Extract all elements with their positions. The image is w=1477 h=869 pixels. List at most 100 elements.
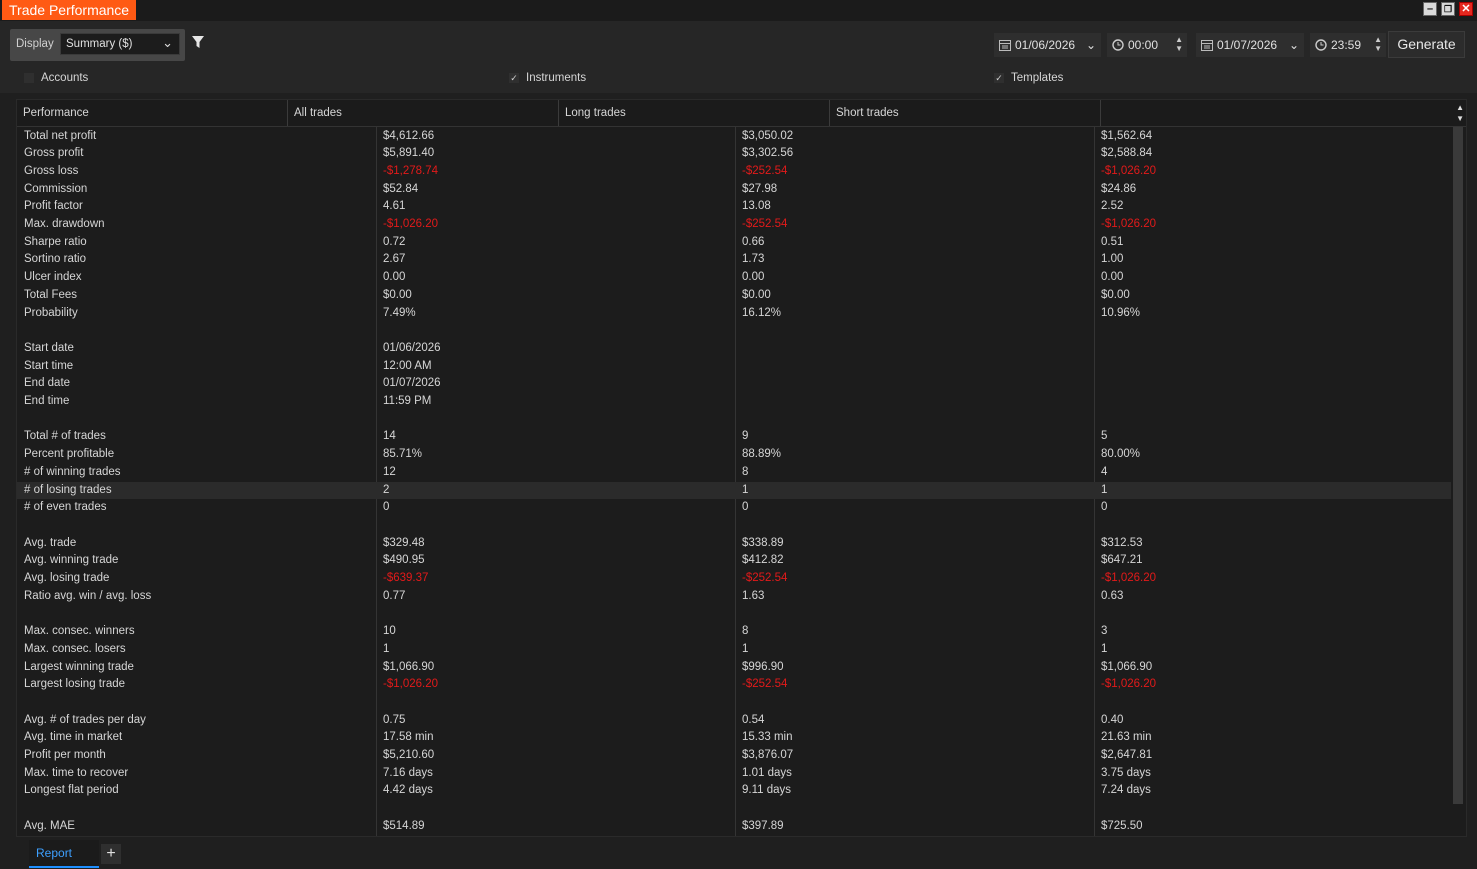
table-row[interactable]: Probability 7.49% 16.12% 10.96% (17, 305, 1451, 323)
table-row[interactable]: Profit per month $5,210.60 $3,876.07 $2,647… (17, 747, 1451, 765)
metric-value: 0.77 (383, 589, 406, 602)
date-from-picker[interactable]: 01/06/2026 ⌄ (994, 33, 1101, 57)
table-row[interactable] (17, 322, 1451, 340)
metric-value: 80.00% (1101, 448, 1141, 461)
table-row[interactable]: Total # of trades 14 9 5 (17, 428, 1451, 446)
metric-value: 12:00 AM (383, 359, 432, 372)
table-row[interactable] (17, 694, 1451, 712)
table-row[interactable] (17, 605, 1451, 623)
metric-value: 0.00 (1101, 271, 1124, 284)
time-from-picker[interactable]: 00:00 ▲ ▼ (1107, 33, 1187, 57)
table-row[interactable]: Total net profit $4,612.66 $3,050.02 $1,562… (17, 128, 1451, 146)
table-row[interactable]: Longest flat period 4.42 days 9.11 days 7.2… (17, 782, 1451, 800)
metric-label: # of winning trades (24, 465, 121, 478)
table-row[interactable]: Avg. time in market 17.58 min 15.33 min 21.… (17, 729, 1451, 747)
metric-label: Ulcer index (24, 271, 82, 284)
table-row[interactable]: Avg. MAE $514.89 $397.89 $725.50 (17, 818, 1451, 836)
metric-value: 8 (742, 625, 749, 638)
metric-label: Max. time to recover (24, 766, 129, 779)
table-row[interactable]: Gross loss -$1,278.74 -$252.54 -$1,026.20 (17, 163, 1451, 181)
filter-icon[interactable] (191, 35, 205, 49)
date-to-picker[interactable]: 01/07/2026 ⌄ (1196, 33, 1304, 57)
table-row[interactable]: # of winning trades 12 8 4 (17, 464, 1451, 482)
header-short-trades[interactable]: Short trades (830, 100, 1101, 126)
metric-label: Gross loss (24, 164, 79, 177)
vertical-scrollbar[interactable] (1453, 127, 1463, 804)
table-row[interactable]: Sortino ratio 2.67 1.73 1.00 (17, 251, 1451, 269)
table-row[interactable] (17, 517, 1451, 535)
table-row[interactable]: # of losing trades 2 1 1 (17, 481, 1451, 500)
header-performance[interactable]: Performance (17, 100, 288, 126)
restore-button[interactable]: ❐ (1441, 2, 1455, 16)
display-select[interactable]: Summary ($) ⌄ (60, 33, 180, 55)
table-row[interactable]: Avg. # of trades per day 0.75 0.54 0.40 (17, 712, 1451, 730)
table-row[interactable]: Profit factor 4.61 13.08 2.52 (17, 198, 1451, 216)
metric-value: -$1,026.20 (1101, 218, 1156, 230)
add-tab-button[interactable]: + (101, 844, 121, 864)
metric-value: 01/06/2026 (383, 341, 441, 354)
table-row[interactable]: Gross profit $5,891.40 $3,302.56 $2,588.84 (17, 145, 1451, 163)
metric-value: $52.84 (383, 182, 419, 195)
metric-value: 21.63 min (1101, 731, 1152, 744)
metric-value: $397.89 (742, 819, 784, 832)
checkmark-icon[interactable]: ✓ (994, 73, 1004, 83)
metric-value: 0.75 (383, 713, 406, 726)
close-button[interactable]: ✕ (1459, 2, 1473, 16)
checkmark-icon[interactable]: ✓ (509, 73, 519, 83)
metric-value: $5,210.60 (383, 749, 435, 761)
minimize-button[interactable]: – (1423, 2, 1437, 16)
table-row[interactable]: Largest losing trade -$1,026.20 -$252.54 -$… (17, 676, 1451, 694)
metric-value: 15.33 min (742, 731, 793, 744)
generate-button[interactable]: Generate (1388, 31, 1465, 58)
metric-value: $996.90 (742, 660, 784, 673)
spinner-icon[interactable]: ▲ ▼ (1175, 35, 1183, 53)
header-long-trades[interactable]: Long trades (559, 100, 830, 126)
table-row[interactable]: Start time 12:00 AM (17, 358, 1451, 376)
table-row[interactable]: Max. consec. losers 1 1 1 (17, 641, 1451, 659)
table-row[interactable]: Largest winning trade $1,066.90 $996.90 $1,… (17, 659, 1451, 677)
scroll-up-icon[interactable]: ▲ (1456, 103, 1464, 112)
table-row[interactable]: # of even trades 0 0 0 (17, 499, 1451, 517)
metric-label: Avg. losing trade (24, 572, 110, 584)
metric-value: 1 (742, 483, 749, 496)
spinner-icon[interactable]: ▲ ▼ (1374, 35, 1382, 53)
checkbox-box[interactable] (24, 73, 34, 83)
tab-report[interactable]: Report (29, 840, 99, 868)
table-row[interactable]: Sharpe ratio 0.72 0.66 0.51 (17, 234, 1451, 252)
table-row[interactable]: Commission $52.84 $27.98 $24.86 (17, 181, 1451, 199)
table-row[interactable]: Max. drawdown -$1,026.20 -$252.54 -$1,026.2… (17, 216, 1451, 234)
metric-value: 17.58 min (383, 731, 434, 744)
metric-label: Probability (24, 306, 78, 319)
metric-value: $3,876.07 (742, 749, 794, 761)
metric-value: 5 (1101, 430, 1108, 443)
scroll-down-icon[interactable]: ▼ (1456, 114, 1464, 123)
table-row[interactable]: End time 11:59 PM (17, 393, 1451, 411)
grid-body: Total net profit $4,612.66 $3,050.02 $1,562… (17, 127, 1451, 836)
metric-value: 0 (742, 501, 749, 514)
metric-value: 0 (1101, 501, 1108, 514)
metric-label: Max. consec. winners (24, 625, 135, 638)
metric-value: 13.08 (742, 200, 771, 213)
table-row[interactable] (17, 800, 1451, 818)
table-row[interactable]: Avg. winning trade $490.95 $412.82 $647.21 (17, 552, 1451, 570)
header-all-trades[interactable]: All trades (288, 100, 559, 126)
table-row[interactable] (17, 411, 1451, 429)
display-group: Display Summary ($) ⌄ (10, 29, 185, 61)
table-row[interactable]: Ratio avg. win / avg. loss 0.77 1.63 0.63 (17, 588, 1451, 606)
table-row[interactable]: Avg. losing trade -$639.37 -$252.54 -$1,026… (17, 570, 1451, 588)
metric-label: Total Fees (24, 288, 78, 301)
table-row[interactable]: End date 01/07/2026 (17, 375, 1451, 393)
table-row[interactable]: Total Fees $0.00 $0.00 $0.00 (17, 287, 1451, 305)
table-row[interactable]: Start date 01/06/2026 (17, 340, 1451, 358)
table-row[interactable]: Ulcer index 0.00 0.00 0.00 (17, 269, 1451, 287)
table-row[interactable]: Avg. trade $329.48 $338.89 $312.53 (17, 535, 1451, 553)
metric-value: $27.98 (742, 182, 778, 195)
metric-value: 01/07/2026 (383, 377, 441, 390)
table-row[interactable]: Max. time to recover 7.16 days 1.01 days 3.… (17, 765, 1451, 783)
table-row[interactable]: Max. consec. winners 10 8 3 (17, 623, 1451, 641)
calendar-icon (999, 40, 1011, 51)
time-to-picker[interactable]: 23:59 ▲ ▼ (1310, 33, 1386, 57)
metric-value: 9.11 days (742, 784, 792, 797)
table-row[interactable]: Percent profitable 85.71% 88.89% 80.00% (17, 446, 1451, 464)
metric-label: Avg. MAE (24, 819, 75, 832)
